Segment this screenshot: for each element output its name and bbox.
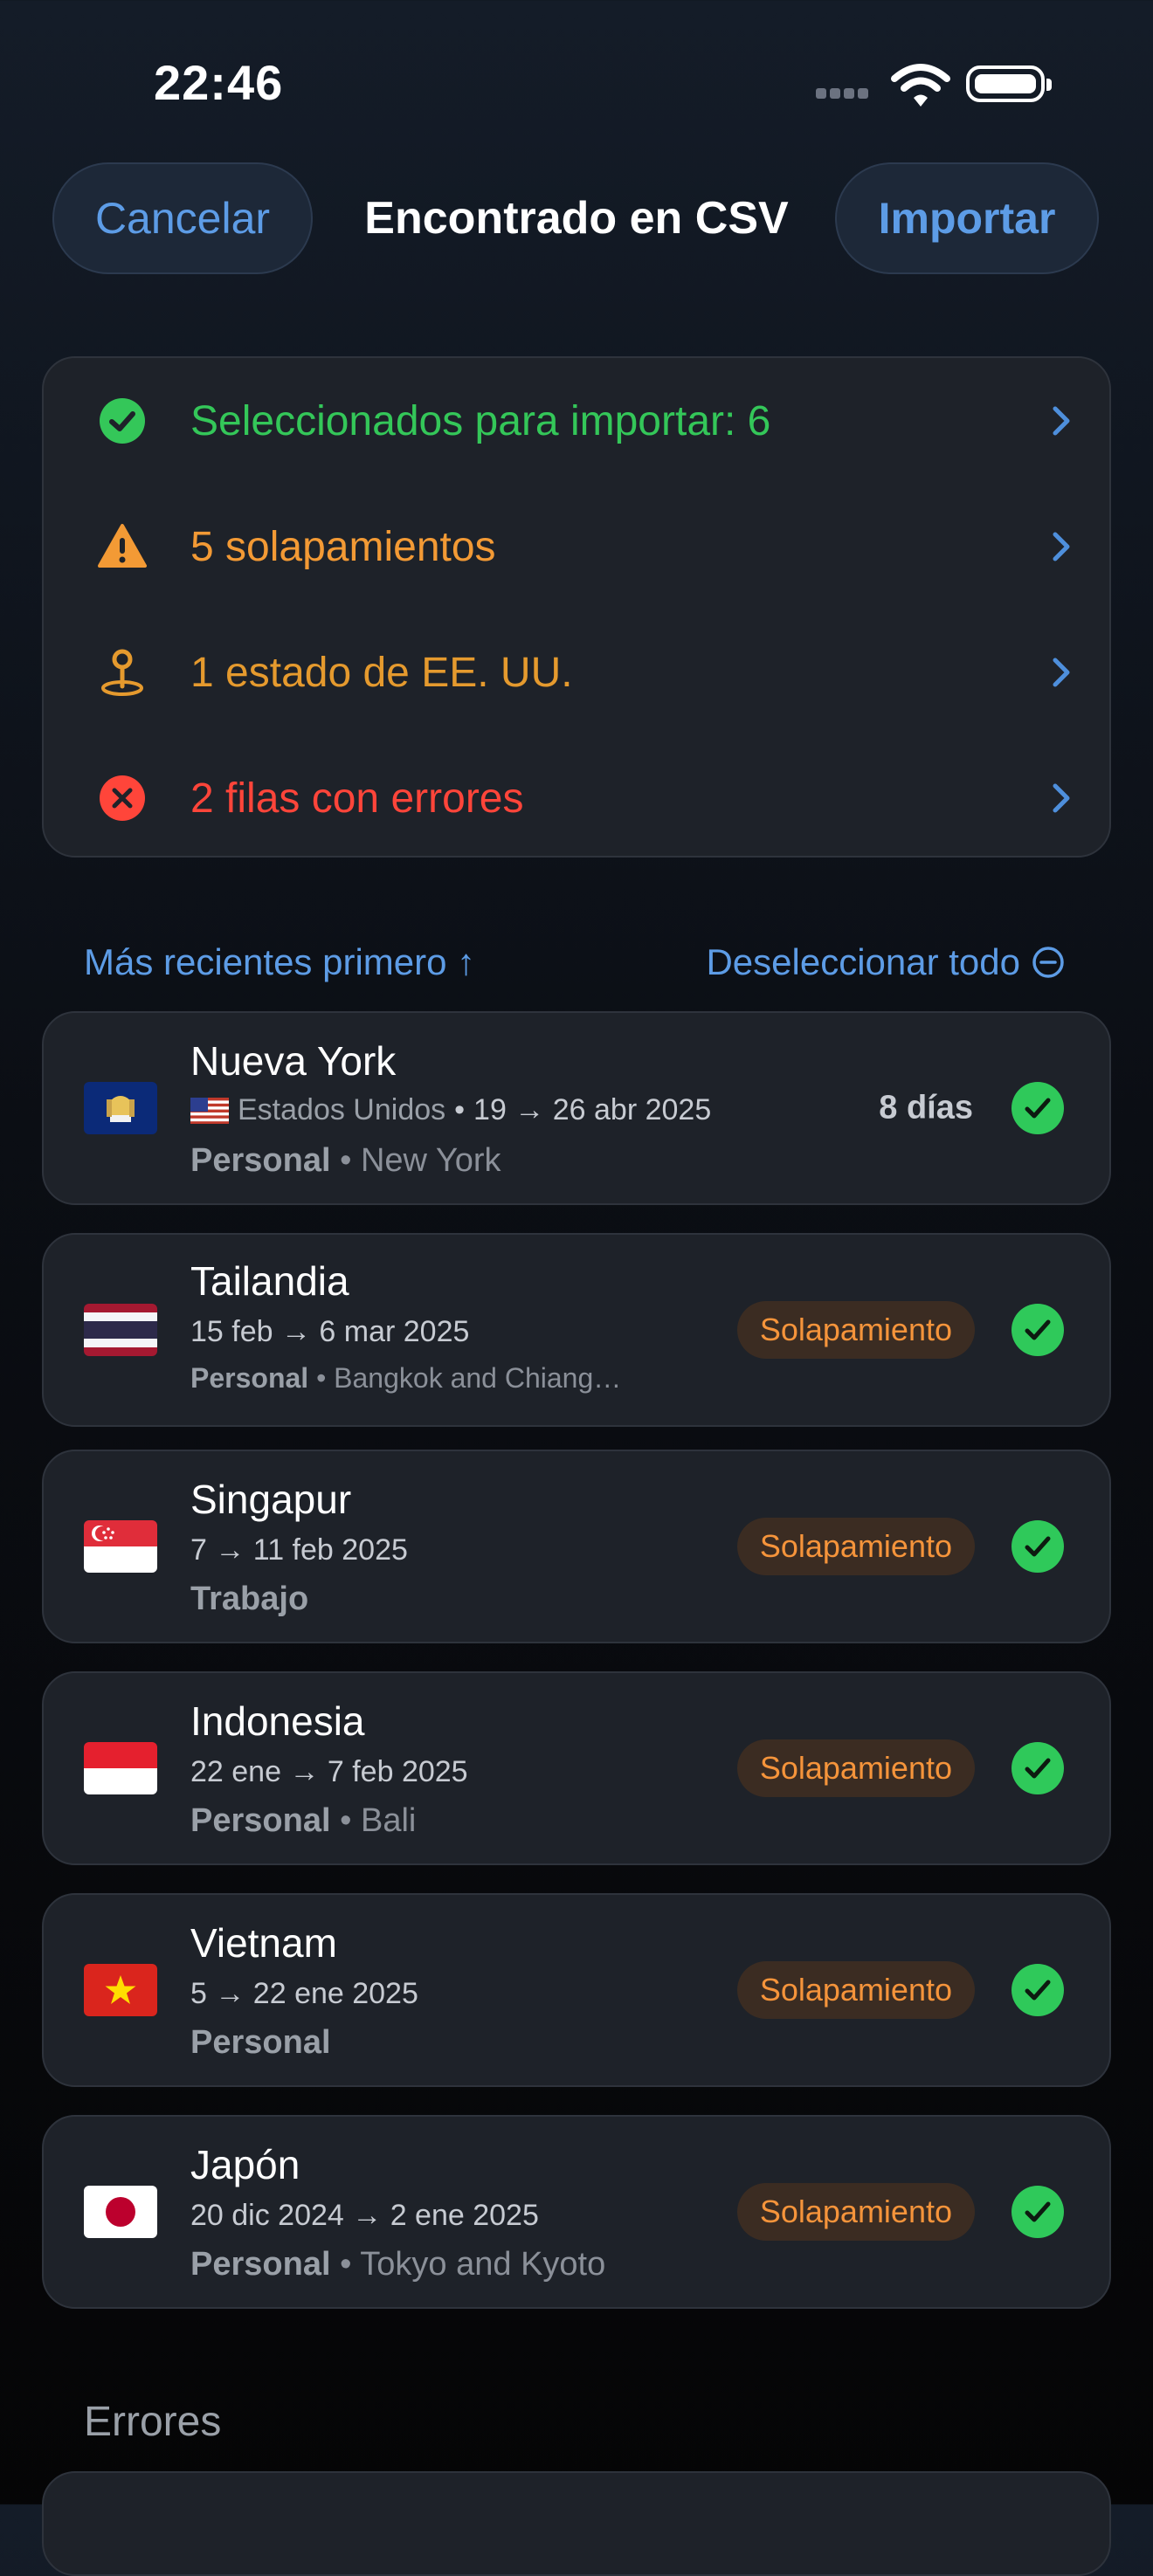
summary-overlaps-text: 5 solapamientos xyxy=(190,523,496,570)
trip-note: New York xyxy=(360,1142,501,1179)
vietnam-flag-icon xyxy=(84,1964,157,2016)
trip-country: Estados Unidos xyxy=(238,1093,446,1126)
checkmark-icon xyxy=(1025,2201,1051,2222)
separator-dot: • xyxy=(316,1362,327,1394)
checkmark-icon xyxy=(1025,1536,1051,1557)
import-button[interactable]: Importar xyxy=(835,162,1099,274)
location-pin-icon xyxy=(101,649,143,696)
separator-dot: • xyxy=(340,1802,352,1839)
trip-row-japon[interactable]: Japón 20 dic 2024 → 2 ene 2025 Personal … xyxy=(42,2115,1111,2309)
trip-category: Personal xyxy=(190,2024,331,2061)
deselect-all-button[interactable]: Deseleccionar todo xyxy=(706,941,1066,983)
trip-dates: 15 feb → 6 mar 2025 xyxy=(190,1315,470,1348)
checkmark-icon xyxy=(1025,1319,1051,1340)
status-time: 22:46 xyxy=(154,55,284,110)
summary-us-state-text: 1 estado de EE. UU. xyxy=(190,649,573,696)
summary-row-errors[interactable]: 2 filas con errores xyxy=(44,754,1109,842)
trip-name: Vietnam xyxy=(190,1920,337,1966)
check-circle-icon xyxy=(100,398,145,444)
cancel-button[interactable]: Cancelar xyxy=(52,162,313,274)
trip-meta: Personal xyxy=(190,2024,331,2062)
overlap-badge: Solapamiento xyxy=(736,1518,975,1575)
battery-icon xyxy=(966,65,1052,102)
warning-triangle-icon xyxy=(98,524,147,568)
trip-category: Personal xyxy=(190,1802,331,1839)
trip-dates: 20 dic 2024 → 2 ene 2025 xyxy=(190,2199,539,2232)
trip-name: Singapur xyxy=(190,1477,352,1522)
summary-row-us-state[interactable]: 1 estado de EE. UU. xyxy=(44,629,1109,716)
trip-name: Nueva York xyxy=(190,1038,397,1084)
chevron-right-icon xyxy=(1053,658,1070,687)
trip-dates: 19 → 26 abr 2025 xyxy=(473,1093,712,1126)
summary-row-overlaps[interactable]: 5 solapamientos xyxy=(44,503,1109,590)
selected-checkbox[interactable] xyxy=(1011,1520,1064,1573)
minus-circle-icon xyxy=(1032,947,1064,978)
errors-card xyxy=(42,2471,1111,2576)
new-york-flag-icon xyxy=(84,1082,157,1134)
deselect-all-label: Deseleccionar todo xyxy=(706,941,1020,982)
cellular-signal-icon xyxy=(816,87,875,101)
import-summary-card: Seleccionados para importar: 6 5 solapam… xyxy=(42,356,1111,858)
trip-dates: 5 → 22 ene 2025 xyxy=(190,1977,418,2010)
trip-row-singapur[interactable]: Singapur 7 → 11 feb 2025 Trabajo Solapam… xyxy=(42,1450,1111,1643)
trip-category: Personal xyxy=(190,2246,331,2283)
trip-name: Japón xyxy=(190,2142,300,2187)
selected-checkbox[interactable] xyxy=(1011,1742,1064,1794)
page-title: Encontrado en CSV xyxy=(364,193,789,244)
japan-flag-icon xyxy=(84,2186,157,2238)
trip-meta: Personal • Bali xyxy=(190,1802,416,1840)
trip-meta: Personal • Bangkok and Chiang… xyxy=(190,1362,621,1395)
trip-category: Trabajo xyxy=(190,1581,309,1617)
summary-row-selected[interactable]: Seleccionados para importar: 6 xyxy=(44,377,1109,465)
errors-section-title: Errores xyxy=(84,2399,222,2445)
trip-meta: Personal • New York xyxy=(190,1142,501,1180)
separator-dot: • xyxy=(340,2246,352,2283)
separator-dot: • xyxy=(454,1093,466,1126)
singapore-flag-icon xyxy=(84,1520,157,1573)
summary-errors-text: 2 filas con errores xyxy=(190,775,524,822)
trip-note: Bali xyxy=(360,1802,417,1839)
overlap-badge: Solapamiento xyxy=(736,1301,975,1359)
indonesia-flag-icon xyxy=(84,1742,157,1794)
summary-selected-text: Seleccionados para importar: 6 xyxy=(190,397,771,444)
trip-details: Estados Unidos • 19 → 26 abr 2025 xyxy=(190,1093,711,1127)
chevron-right-icon xyxy=(1053,783,1070,813)
wifi-icon xyxy=(891,63,950,108)
trip-dates: 7 → 11 feb 2025 xyxy=(190,1533,408,1567)
us-flag-icon xyxy=(190,1097,229,1124)
thailand-flag-icon xyxy=(84,1304,157,1356)
chevron-right-icon xyxy=(1053,406,1070,436)
overlap-badge: Solapamiento xyxy=(736,1961,975,2019)
trip-note: Bangkok and Chiang… xyxy=(334,1362,622,1394)
checkmark-icon xyxy=(1025,1098,1051,1119)
trip-row-indonesia[interactable]: Indonesia 22 ene → 7 feb 2025 Personal •… xyxy=(42,1671,1111,1865)
sort-order-button[interactable]: Más recientes primero ↑ xyxy=(84,941,475,983)
trip-row-tailandia[interactable]: Tailandia 15 feb → 6 mar 2025 Personal •… xyxy=(42,1233,1111,1427)
overlap-badge: Solapamiento xyxy=(736,1739,975,1797)
selected-checkbox[interactable] xyxy=(1011,1082,1064,1134)
trip-note: Tokyo and Kyoto xyxy=(360,2246,606,2283)
trip-meta: Personal • Tokyo and Kyoto xyxy=(190,2246,605,2283)
overlap-badge: Solapamiento xyxy=(736,2183,975,2241)
error-circle-icon xyxy=(100,775,145,821)
trip-meta: Trabajo xyxy=(190,1581,308,1618)
trip-name: Indonesia xyxy=(190,1698,365,1744)
selected-checkbox[interactable] xyxy=(1011,1964,1064,2016)
trip-dates: 22 ene → 7 feb 2025 xyxy=(190,1755,468,1788)
chevron-right-icon xyxy=(1053,532,1070,561)
trip-name: Tailandia xyxy=(190,1258,349,1304)
trip-duration: 8 días xyxy=(879,1089,973,1126)
trip-category: Personal xyxy=(190,1142,331,1179)
checkmark-icon xyxy=(1025,1758,1051,1779)
checkmark-icon xyxy=(1025,1980,1051,2001)
separator-dot: • xyxy=(340,1142,352,1179)
selected-checkbox[interactable] xyxy=(1011,2186,1064,2238)
selected-checkbox[interactable] xyxy=(1011,1304,1064,1356)
trip-row-vietnam[interactable]: Vietnam 5 → 22 ene 2025 Personal Solapam… xyxy=(42,1893,1111,2087)
trip-row-nueva-york[interactable]: Nueva York Estados Unidos • 19 → 26 abr … xyxy=(42,1011,1111,1205)
trip-category: Personal xyxy=(190,1362,309,1394)
